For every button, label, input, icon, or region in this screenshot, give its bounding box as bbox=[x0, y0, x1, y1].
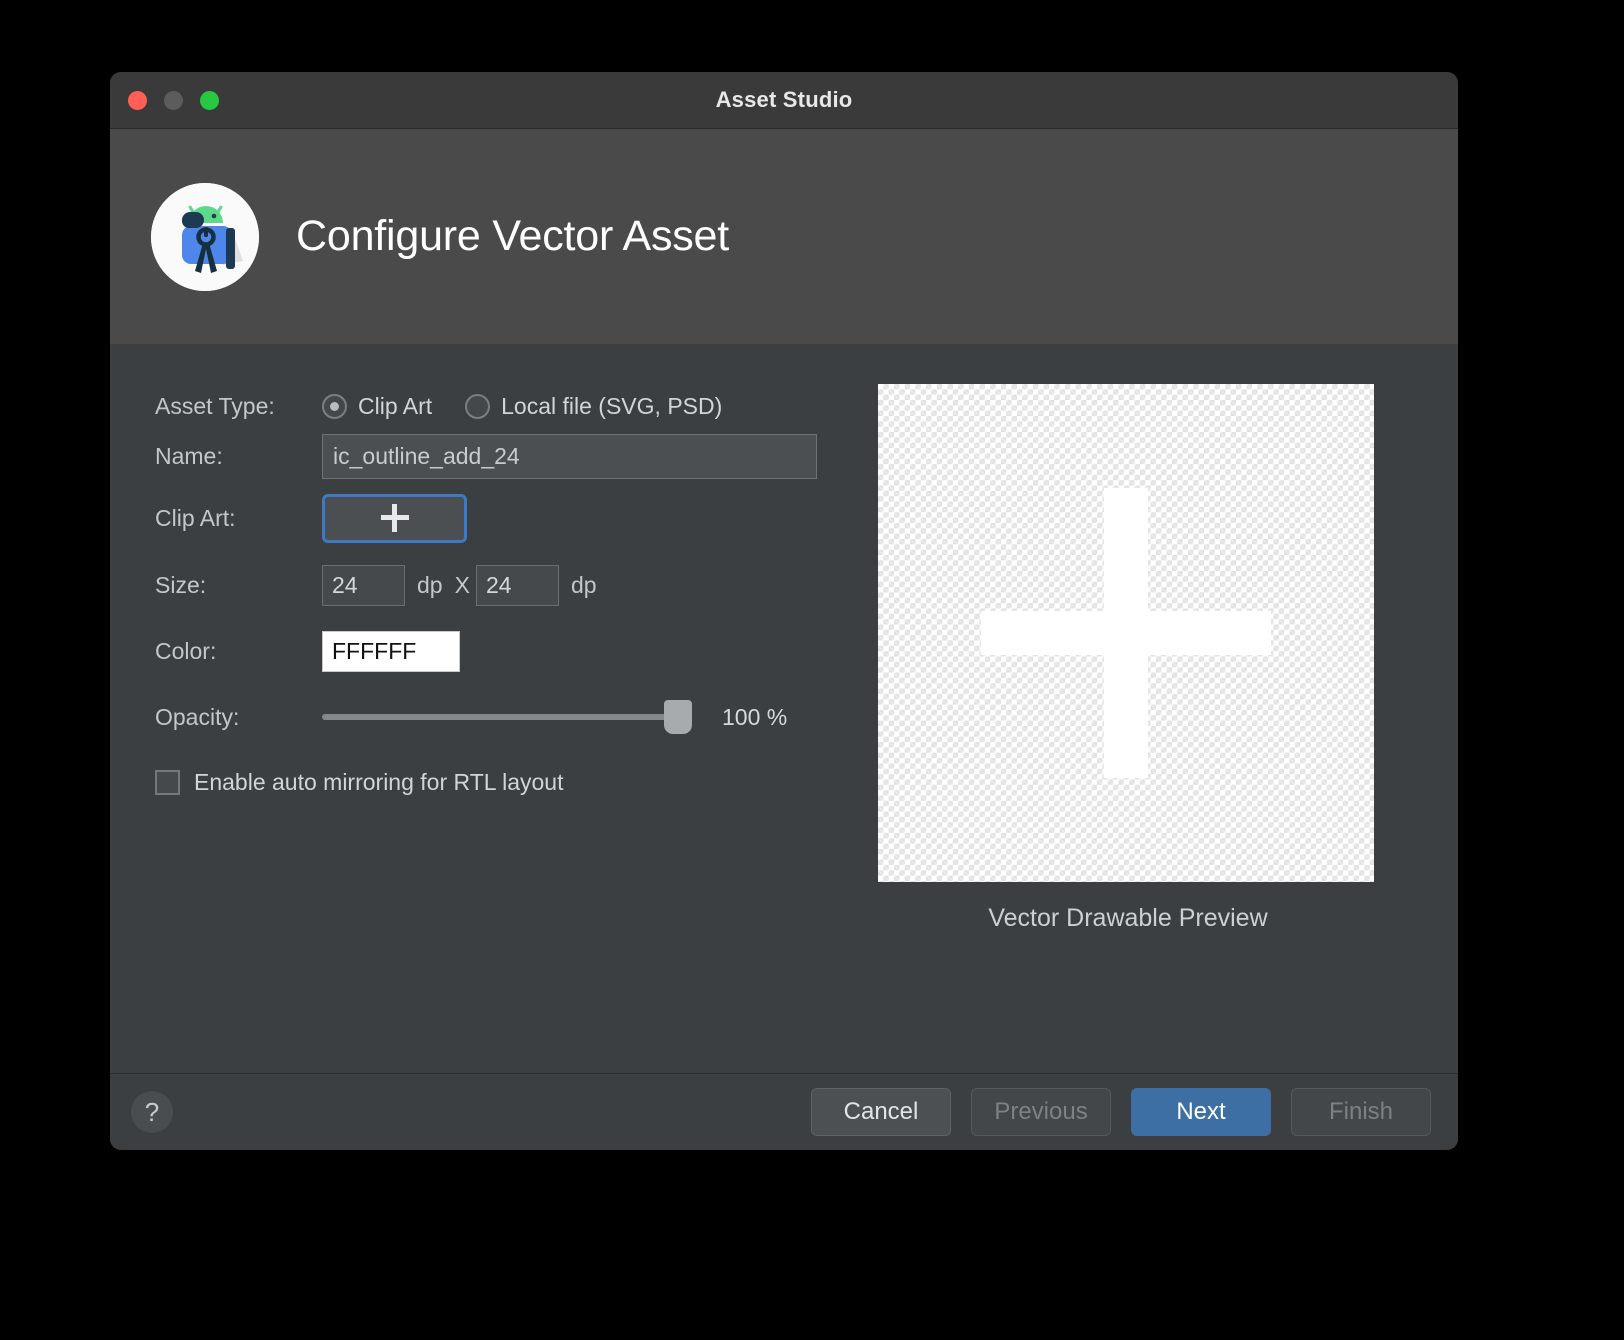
opacity-row: Opacity: 100 % bbox=[155, 685, 875, 749]
cancel-button[interactable]: Cancel bbox=[811, 1088, 951, 1136]
dialog-body: Asset Type: Clip Art Local file (SVG, PS… bbox=[110, 344, 1458, 1073]
radio-local-file-label: Local file (SVG, PSD) bbox=[501, 392, 723, 419]
size-row: Size: dp X dp bbox=[155, 552, 875, 618]
asset-type-row: Asset Type: Clip Art Local file (SVG, PS… bbox=[155, 384, 875, 428]
asset-studio-window: Asset Studio Configure Vector Asset Asse… bbox=[110, 72, 1458, 1150]
clip-art-row: Clip Art: bbox=[155, 484, 875, 552]
asset-type-label: Asset Type: bbox=[155, 392, 275, 419]
close-window-icon[interactable] bbox=[128, 90, 147, 110]
size-separator: X bbox=[454, 571, 470, 598]
color-hex-input[interactable] bbox=[322, 631, 460, 672]
android-studio-logo-icon bbox=[151, 182, 259, 291]
next-button[interactable]: Next bbox=[1131, 1088, 1271, 1136]
vector-drawable-preview bbox=[878, 384, 1374, 882]
opacity-slider[interactable] bbox=[322, 700, 692, 734]
window-title: Asset Studio bbox=[715, 87, 853, 112]
radio-option-local-file[interactable]: Local file (SVG, PSD) bbox=[465, 393, 722, 420]
radio-clip-art-label: Clip Art bbox=[358, 392, 433, 419]
traffic-light-group bbox=[128, 90, 219, 110]
opacity-label: Opacity: bbox=[155, 703, 240, 730]
rtl-mirroring-row[interactable]: Enable auto mirroring for RTL layout bbox=[155, 769, 875, 796]
dialog-header: Configure Vector Asset bbox=[110, 129, 1458, 344]
minimize-window-icon[interactable] bbox=[164, 90, 183, 110]
name-input[interactable] bbox=[322, 433, 817, 479]
color-label: Color: bbox=[155, 638, 217, 664]
plus-icon bbox=[981, 488, 1271, 778]
name-label: Name: bbox=[155, 442, 223, 469]
clip-art-label: Clip Art: bbox=[155, 504, 236, 531]
size-label: Size: bbox=[155, 571, 207, 598]
size-width-input[interactable] bbox=[322, 564, 405, 606]
opacity-slider-track[interactable] bbox=[322, 714, 692, 720]
opacity-slider-thumb[interactable] bbox=[664, 700, 692, 734]
dialog-footer: ? Cancel Previous Next Finish bbox=[110, 1073, 1458, 1150]
clip-art-picker-button[interactable] bbox=[322, 493, 467, 543]
radio-clip-art-indicator[interactable] bbox=[322, 393, 347, 419]
vector-asset-form: Asset Type: Clip Art Local file (SVG, PS… bbox=[155, 384, 875, 796]
rtl-mirroring-label: Enable auto mirroring for RTL layout bbox=[194, 769, 564, 795]
help-button[interactable]: ? bbox=[131, 1091, 173, 1133]
size-width-unit: dp bbox=[417, 571, 443, 598]
preview-caption: Vector Drawable Preview bbox=[988, 904, 1268, 932]
rtl-mirroring-checkbox[interactable] bbox=[155, 770, 180, 795]
radio-option-clip-art[interactable]: Clip Art bbox=[322, 393, 432, 420]
maximize-window-icon[interactable] bbox=[200, 90, 219, 110]
previous-button: Previous bbox=[971, 1088, 1111, 1136]
plus-icon bbox=[380, 504, 409, 532]
name-row: Name: bbox=[155, 428, 875, 484]
finish-button: Finish bbox=[1291, 1088, 1431, 1136]
preview-column: Vector Drawable Preview bbox=[878, 384, 1378, 933]
opacity-value-label: 100 % bbox=[722, 703, 788, 730]
window-titlebar: Asset Studio bbox=[110, 72, 1458, 129]
size-height-input[interactable] bbox=[475, 564, 559, 606]
size-height-unit: dp bbox=[570, 571, 597, 598]
asset-type-radio-group: Clip Art Local file (SVG, PSD) bbox=[322, 393, 755, 420]
radio-local-file-indicator[interactable] bbox=[465, 393, 491, 419]
page-title: Configure Vector Asset bbox=[296, 212, 730, 260]
color-row: Color: bbox=[155, 618, 875, 685]
